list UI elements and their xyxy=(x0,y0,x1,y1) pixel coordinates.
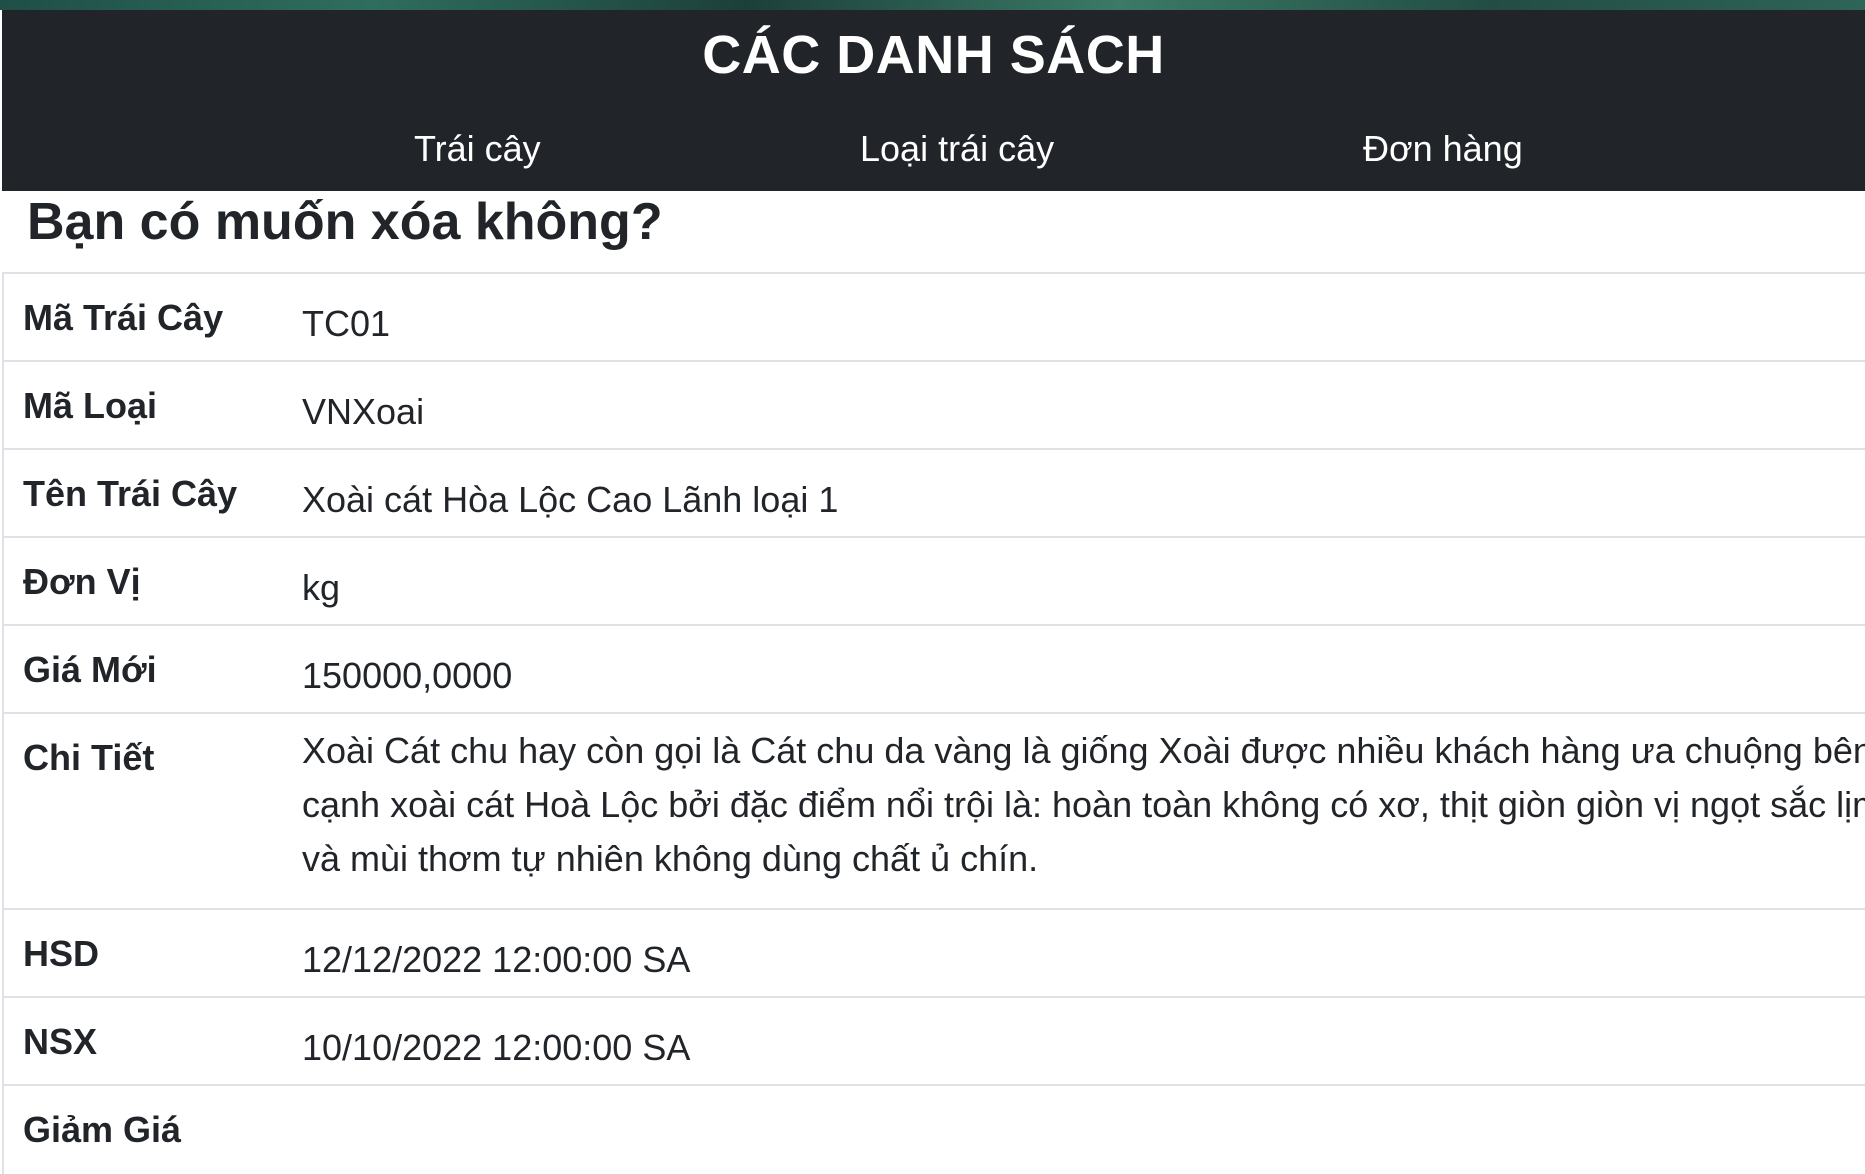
detail-value: VNXoai xyxy=(302,391,425,432)
fruit-details-list: Mã Trái Cây TC01 Mã Loại VNXoai Tên Trái… xyxy=(2,272,1865,1174)
detail-row-don-vi: Đơn Vị kg xyxy=(4,538,1865,626)
detail-label: Giá Mới xyxy=(23,649,157,690)
detail-value: 12/12/2022 12:00:00 SA xyxy=(302,939,691,980)
detail-label: Đơn Vị xyxy=(23,561,141,602)
detail-row-nsx: NSX 10/10/2022 12:00:00 SA xyxy=(4,998,1865,1086)
detail-label: Chi Tiết xyxy=(23,737,155,778)
detail-value: 10/10/2022 12:00:00 SA xyxy=(302,1027,691,1068)
navbar-brand: CÁC DANH SÁCH xyxy=(702,25,1165,85)
detail-row-hsd: HSD 12/12/2022 12:00:00 SA xyxy=(4,910,1865,998)
detail-value: kg xyxy=(302,567,341,608)
background-strip xyxy=(0,0,1865,10)
detail-row-chi-tiet: Chi Tiết Xoài Cát chu hay còn gọi là Cát… xyxy=(4,714,1865,910)
detail-value-description: Xoài Cát chu hay còn gọi là Cát chu da v… xyxy=(302,730,1865,879)
detail-label: NSX xyxy=(23,1021,98,1062)
detail-label: Mã Trái Cây xyxy=(23,297,224,338)
detail-value: Xoài cát Hòa Lộc Cao Lãnh loại 1 xyxy=(302,479,839,520)
detail-value: TC01 xyxy=(302,303,391,344)
detail-row-ten-trai-cay: Tên Trái Cây Xoài cát Hòa Lộc Cao Lãnh l… xyxy=(4,450,1865,538)
detail-row-ma-trai-cay: Mã Trái Cây TC01 xyxy=(4,274,1865,362)
nav-link-loai-trai-cay[interactable]: Loại trái cây xyxy=(860,128,1054,170)
detail-row-ma-loai: Mã Loại VNXoai xyxy=(4,362,1865,450)
detail-row-giam-gia: Giảm Giá xyxy=(4,1086,1865,1174)
detail-label: Tên Trái Cây xyxy=(23,473,238,514)
page-title: Bạn có muốn xóa không? xyxy=(27,193,663,251)
detail-label: Mã Loại xyxy=(23,385,158,426)
detail-label: HSD xyxy=(23,933,100,974)
nav-link-trai-cay[interactable]: Trái cây xyxy=(414,128,541,170)
detail-value: 150000,0000 xyxy=(302,655,513,696)
detail-row-gia-moi: Giá Mới 150000,0000 xyxy=(4,626,1865,714)
top-navbar: CÁC DANH SÁCH Trái cây Loại trái cây Đơn… xyxy=(2,10,1865,191)
nav-link-don-hang[interactable]: Đơn hàng xyxy=(1363,128,1523,170)
